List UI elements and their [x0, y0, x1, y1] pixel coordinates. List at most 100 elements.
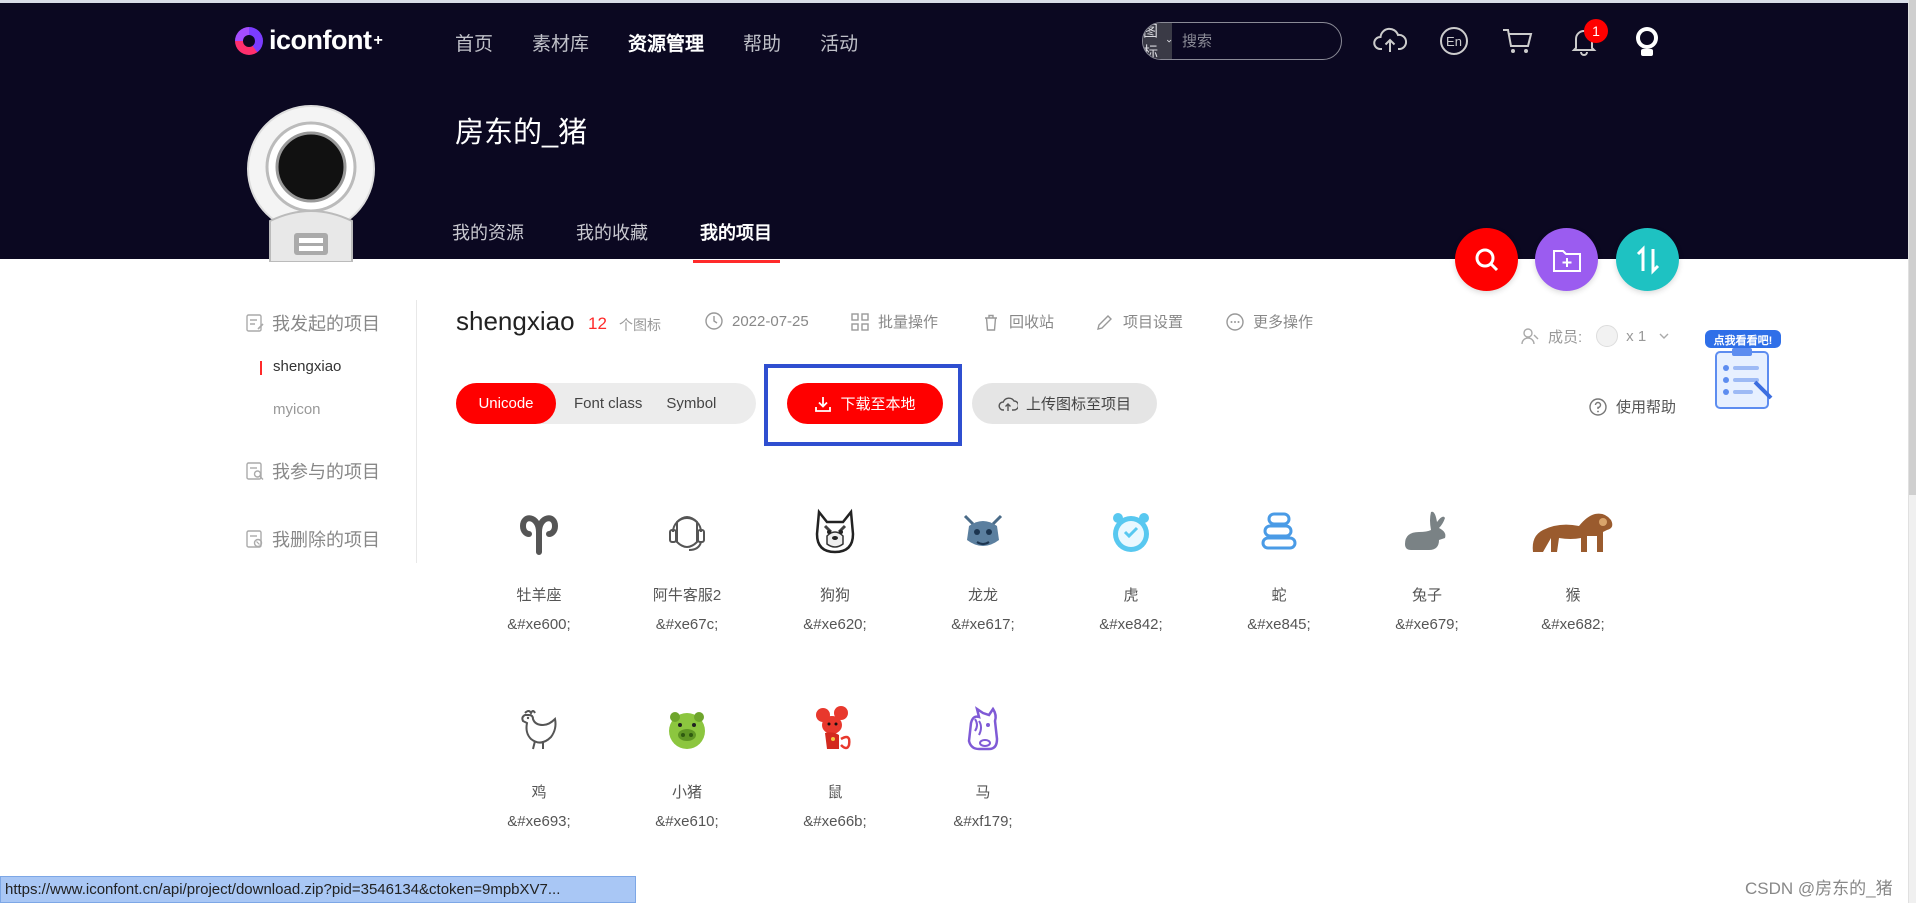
project-deleted-icon: [246, 530, 263, 548]
project-members[interactable]: 成员: x 1: [1520, 325, 1670, 347]
icon-card[interactable]: 猴 &#xe682;: [1499, 502, 1647, 662]
icon-card[interactable]: 阿牛客服2 &#xe67c;: [613, 502, 761, 662]
upload-cloud-icon[interactable]: [1372, 23, 1408, 59]
search-input[interactable]: [1172, 23, 1341, 59]
icon-name: 龙龙: [967, 587, 998, 604]
icon-name: 猴: [1565, 587, 1581, 604]
icon-card[interactable]: 鸡 &#xe693;: [465, 699, 613, 859]
more-operations-label: 更多操作: [1253, 314, 1314, 331]
icon-name: 蛇: [1271, 587, 1287, 604]
promo-label: 点我看看吧!: [1713, 335, 1773, 347]
nav-home[interactable]: 首页: [455, 29, 493, 56]
logo-plus: +: [373, 31, 383, 49]
cart-icon[interactable]: [1500, 23, 1536, 59]
batch-operation-button[interactable]: 批量操作: [850, 311, 938, 332]
fab-new-folder-button[interactable]: [1535, 228, 1598, 291]
icon-code: &#xe620;: [803, 616, 867, 633]
sidebar-deleted-label: 我删除的项目: [272, 530, 380, 550]
icon-card[interactable]: 牡羊座 &#xe600;: [465, 502, 613, 662]
promo-widget[interactable]: 点我看看吧!: [1705, 330, 1781, 410]
sidebar-joined-projects[interactable]: 我参与的项目: [245, 458, 416, 484]
scrollbar-thumb[interactable]: [1909, 0, 1916, 495]
sidebar-project-shengxiao[interactable]: shengxiao: [245, 358, 416, 375]
sidebar-project-myicon[interactable]: myicon: [245, 401, 416, 418]
user-avatar-small[interactable]: [1629, 23, 1665, 59]
upload-icon-label: 上传图标至项目: [1025, 396, 1131, 413]
sidebar-joined-label: 我参与的项目: [272, 462, 380, 482]
dragon-icon: [909, 502, 1057, 562]
tab-my-favorites[interactable]: 我的收藏: [576, 219, 648, 263]
notification-badge: 1: [1584, 19, 1608, 43]
icon-card[interactable]: 蛇 &#xe845;: [1205, 502, 1353, 662]
nav-resource-management[interactable]: 资源管理: [628, 29, 704, 56]
dog-icon: [761, 502, 909, 562]
tab-my-resources[interactable]: 我的资源: [452, 219, 524, 263]
astronaut-avatar-icon: [247, 105, 375, 262]
rooster-icon: [465, 699, 613, 759]
project-sidebar: 我发起的项目 shengxiao myicon 我参与的项目 我删除的项目: [245, 300, 417, 563]
top-nav: 首页 素材库 资源管理 帮助 活动: [455, 29, 897, 56]
icon-code: &#xe610;: [655, 813, 719, 830]
icon-card[interactable]: 龙龙 &#xe617;: [909, 502, 1057, 662]
fab-sort-button[interactable]: [1616, 228, 1679, 291]
batch-operation-label: 批量操作: [878, 314, 939, 331]
top-header: iconfont + 首页 素材库 资源管理 帮助 活动 图标 En 1: [0, 0, 1916, 263]
project-search-icon: [246, 462, 264, 480]
icon-card[interactable]: 小猪 &#xe610;: [613, 699, 761, 859]
download-local-button[interactable]: 下载至本地: [787, 383, 943, 424]
icon-card[interactable]: 兔子 &#xe679;: [1353, 502, 1501, 662]
icon-card[interactable]: 马 &#xf179;: [909, 699, 1057, 859]
clock-icon: [705, 312, 723, 330]
project-icon-count: 12: [588, 314, 607, 333]
search-type-select[interactable]: 图标: [1143, 23, 1173, 60]
iconfont-logo[interactable]: iconfont +: [235, 25, 383, 56]
astronaut-icon: [1636, 27, 1658, 56]
icon-card[interactable]: 鼠 &#xe66b;: [761, 699, 909, 859]
icon-code: &#xe845;: [1247, 616, 1311, 633]
language-label: En: [1446, 33, 1462, 49]
tab-my-projects[interactable]: 我的项目: [693, 219, 780, 263]
recycle-bin-button[interactable]: 回收站: [981, 311, 1054, 332]
project-settings-button[interactable]: 项目设置: [1095, 311, 1183, 332]
fab-search-button[interactable]: [1455, 228, 1518, 291]
logo-mark-icon: [235, 26, 263, 55]
format-font-class-tab[interactable]: Font class: [574, 395, 642, 412]
icon-code: &#xe617;: [951, 616, 1015, 633]
usage-help-link[interactable]: 使用帮助: [1588, 396, 1676, 417]
search-type-label: 图标: [1143, 23, 1159, 60]
icon-code: &#xe67c;: [655, 616, 719, 633]
recycle-bin-label: 回收站: [1009, 314, 1055, 331]
sidebar-deleted-projects[interactable]: 我删除的项目: [245, 526, 416, 552]
more-operations-button[interactable]: 更多操作: [1225, 311, 1313, 332]
icon-name: 虎: [1123, 587, 1139, 604]
project-list-icon: [246, 314, 264, 332]
icon-code: &#xe600;: [507, 616, 571, 633]
language-toggle[interactable]: En: [1436, 23, 1472, 59]
icon-code: &#xe842;: [1099, 616, 1163, 633]
profile-tabs: 我的资源 我的收藏 我的项目: [452, 219, 824, 263]
icon-card[interactable]: 虎 &#xe842;: [1057, 502, 1205, 662]
headset-service-icon: [613, 502, 761, 562]
icon-name: 兔子: [1411, 587, 1442, 604]
nav-library[interactable]: 素材库: [532, 29, 589, 56]
project-settings-label: 项目设置: [1123, 314, 1184, 331]
header-search: 图标: [1142, 22, 1342, 60]
project-date-text: 2022-07-25: [732, 312, 809, 330]
icon-name: 牡羊座: [516, 587, 562, 604]
nav-help[interactable]: 帮助: [743, 29, 781, 56]
icon-name: 鸡: [531, 784, 547, 801]
notification-bell-icon[interactable]: 1: [1566, 19, 1608, 59]
horse-icon: [909, 699, 1057, 759]
icon-code: &#xe693;: [507, 813, 571, 830]
sidebar-started-projects[interactable]: 我发起的项目: [245, 310, 416, 336]
folder-add-icon: [1552, 249, 1581, 272]
icon-name: 马: [975, 784, 991, 801]
members-icon: [1521, 328, 1539, 345]
trash-icon: [985, 314, 997, 331]
format-unicode-tab[interactable]: Unicode: [456, 383, 556, 424]
format-symbol-tab[interactable]: Symbol: [666, 395, 716, 412]
nav-activity[interactable]: 活动: [820, 29, 858, 56]
upload-icon-button[interactable]: 上传图标至项目: [972, 383, 1157, 424]
icon-card[interactable]: 狗狗 &#xe620;: [761, 502, 909, 662]
format-switch: Unicode Font class Symbol: [456, 383, 756, 424]
